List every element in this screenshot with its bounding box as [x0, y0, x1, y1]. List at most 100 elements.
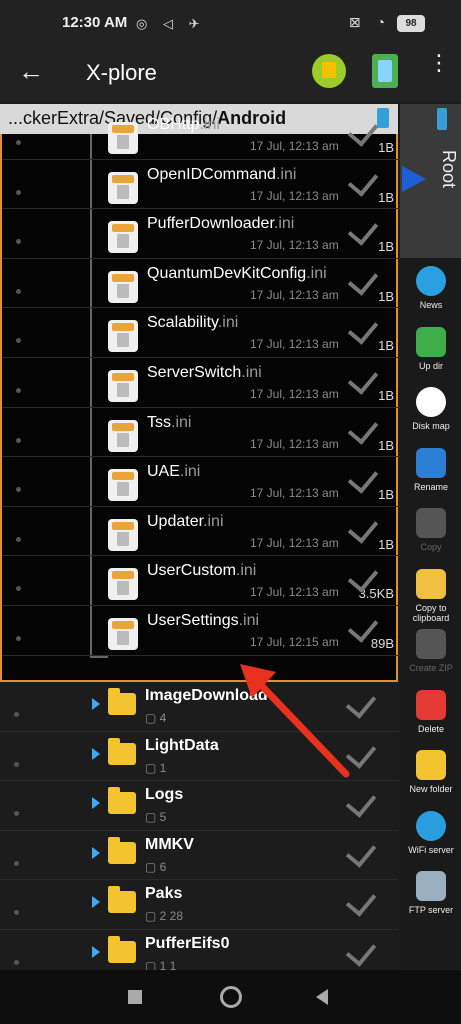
home-button[interactable] [220, 986, 242, 1008]
sidebar-button-clipboard[interactable]: Copy to clipboard [404, 565, 458, 625]
battery-icon: 98 [397, 15, 425, 32]
device-switch-icon[interactable] [372, 54, 398, 88]
select-dot[interactable] [16, 586, 21, 592]
back-arrow-icon[interactable]: ← [18, 56, 44, 87]
file-name: Updater.ini [147, 512, 224, 530]
file-date: 17 Jul, 12:13 am [250, 387, 339, 401]
select-dot[interactable] [14, 712, 19, 717]
sidebar-button-label: Delete [417, 723, 444, 734]
file-row[interactable]: Scalability.ini 17 Jul, 12:13 am 1B [2, 308, 400, 358]
recents-button[interactable] [128, 990, 142, 1004]
sidebar-button-delete[interactable]: Delete [404, 686, 458, 746]
file-date: 17 Jul, 12:15 am [250, 635, 339, 649]
file-row[interactable]: OBHttp.ini 17 Jul, 12:13 am 1B [2, 110, 400, 160]
folder-row[interactable]: Logs ▢ 5 [0, 781, 398, 831]
file-name: OpenIDCommand.ini [147, 165, 297, 183]
checkmark-icon[interactable] [347, 313, 379, 346]
checkmark-icon[interactable] [345, 885, 377, 918]
file-row[interactable]: QuantumDevKitConfig.ini 17 Jul, 12:13 am 1… [2, 259, 400, 309]
checkmark-icon[interactable] [347, 164, 379, 197]
folder-row[interactable]: Paks ▢ 2 28 [0, 880, 398, 930]
file-row[interactable]: UserSettings.ini 17 Jul, 12:15 am 89B [2, 606, 400, 656]
file-name: UserCustom.ini [147, 562, 257, 580]
checkmark-icon[interactable] [347, 115, 379, 147]
ini-file-icon [108, 419, 138, 452]
back-button[interactable] [316, 989, 328, 1005]
checkmark-icon[interactable] [345, 736, 377, 769]
sidebar-button-news[interactable]: News [404, 262, 458, 322]
file-row[interactable]: UserCustom.ini 17 Jul, 12:13 am 3.5KB [2, 556, 400, 606]
file-row[interactable]: OpenIDCommand.ini 17 Jul, 12:13 am 1B [2, 160, 400, 210]
expand-arrow-icon[interactable] [92, 946, 100, 958]
sidebar-button-disk-map[interactable]: Disk map [404, 383, 458, 443]
expand-arrow-icon[interactable] [92, 846, 100, 859]
checkmark-icon[interactable] [347, 412, 379, 445]
select-dot[interactable] [16, 140, 21, 145]
expand-arrow-icon[interactable] [92, 896, 100, 909]
sidebar-button-up-dir[interactable]: Up dir [404, 323, 458, 383]
right-pane-root[interactable]: Root [400, 104, 461, 258]
file-date: 17 Jul, 12:13 am [250, 238, 339, 253]
file-row[interactable]: PufferDownloader.ini 17 Jul, 12:13 am 1B [2, 209, 400, 259]
folder-name: Logs [145, 786, 184, 804]
rename-icon [416, 447, 446, 478]
new-folder-icon [416, 750, 446, 780]
file-date: 17 Jul, 12:13 am [250, 436, 339, 451]
more-options-icon[interactable]: ⋮ [428, 52, 450, 74]
folder-row[interactable]: MMKV ▢ 6 [0, 831, 398, 881]
phone-storage-icon [437, 108, 447, 130]
checkmark-icon[interactable] [347, 363, 379, 395]
checkmark-icon[interactable] [347, 512, 379, 544]
select-dot[interactable] [14, 960, 19, 965]
select-dot[interactable] [16, 239, 21, 245]
select-dot[interactable] [14, 860, 19, 866]
ini-file-icon [108, 469, 138, 502]
sidebar-button-label: New folder [409, 784, 453, 794]
ini-file-icon [108, 568, 138, 601]
sidebar-button-ftp[interactable]: FTP server [404, 867, 458, 927]
select-dot[interactable] [14, 910, 19, 916]
select-dot[interactable] [16, 636, 21, 641]
sidebar-button-copy: Copy [404, 504, 458, 564]
ini-file-icon [108, 320, 138, 353]
select-dot[interactable] [16, 536, 21, 542]
checkmark-icon[interactable] [347, 214, 379, 246]
donate-beer-icon[interactable] [312, 54, 346, 88]
action-sidebar: News Up dir Disk map Rename Copy Copy to clip… [400, 258, 461, 970]
expand-arrow-icon[interactable] [92, 747, 100, 760]
sidebar-button-label: Disk map [412, 421, 450, 431]
folder-row[interactable]: ImageDownload ▢ 4 [0, 682, 398, 732]
ini-file-icon [108, 618, 138, 650]
select-dot[interactable] [16, 487, 21, 493]
checkmark-icon[interactable] [345, 786, 377, 818]
sidebar-button-rename[interactable]: Rename [404, 444, 458, 504]
select-dot[interactable] [16, 338, 21, 344]
checkmark-icon[interactable] [347, 462, 379, 494]
select-dot[interactable] [16, 189, 21, 195]
file-name: Scalability.ini [147, 314, 239, 332]
select-dot[interactable] [14, 811, 19, 817]
sidebar-button-new-folder[interactable]: New folder [404, 746, 458, 806]
file-row[interactable]: UAE.ini 17 Jul, 12:13 am 1B [2, 457, 400, 507]
file-row[interactable]: Tss.ini 17 Jul, 12:13 am 1B [2, 408, 400, 458]
file-row[interactable]: Updater.ini 17 Jul, 12:13 am 1B [2, 507, 400, 557]
expand-arrow-icon[interactable] [92, 797, 100, 810]
select-dot[interactable] [16, 288, 21, 294]
file-date: 17 Jul, 12:13 am [250, 139, 339, 153]
folder-row[interactable]: LightData ▢ 1 [0, 732, 398, 782]
clipboard-icon [416, 568, 446, 599]
file-row[interactable]: ServerSwitch.ini 17 Jul, 12:13 am 1B [2, 358, 400, 408]
sidebar-button-wifi[interactable]: WiFi server [404, 807, 458, 867]
select-dot[interactable] [16, 388, 21, 393]
ini-file-icon [108, 221, 138, 254]
expand-arrow-icon[interactable] [92, 698, 100, 710]
checkmark-icon[interactable] [345, 687, 377, 719]
delete-icon [416, 689, 446, 720]
file-date: 17 Jul, 12:13 am [250, 287, 339, 302]
checkmark-icon[interactable] [345, 935, 377, 967]
select-dot[interactable] [14, 761, 19, 767]
select-dot[interactable] [16, 437, 21, 443]
checkmark-icon[interactable] [347, 264, 379, 296]
checkmark-icon[interactable] [345, 836, 377, 868]
folder-name: MMKV [145, 835, 194, 853]
